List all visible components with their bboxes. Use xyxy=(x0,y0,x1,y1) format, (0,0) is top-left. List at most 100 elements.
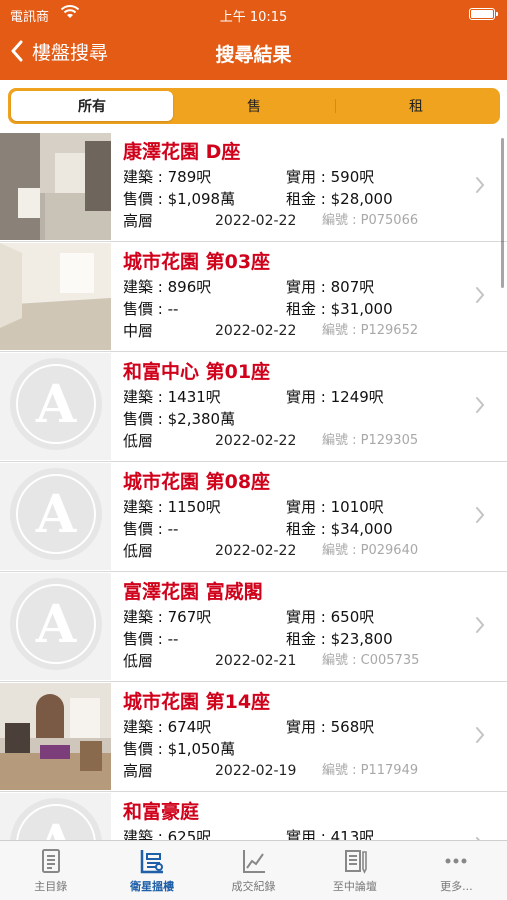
listing-name: 城市花園 第08座 xyxy=(123,471,271,493)
price-label: 售價 : xyxy=(123,630,163,648)
floor-level: 中層 xyxy=(123,322,154,340)
price-label: 售價 : xyxy=(123,410,163,428)
listing-info: 城市花園 第08座 建築 : 1150呎 實用 : 1010呎 售價 : -- 租金 :… xyxy=(123,468,467,562)
sale-price: $1,050萬 xyxy=(167,740,236,758)
chevron-right-icon xyxy=(476,727,485,743)
listing-date: 2022-02-19 xyxy=(215,763,297,779)
build-area: 896呎 xyxy=(167,278,212,296)
floor-level: 低層 xyxy=(123,652,154,670)
logo-letter: A xyxy=(35,593,77,655)
line-chart-icon xyxy=(242,850,265,873)
battery-icon xyxy=(469,8,498,20)
saleable-label: 實用 : xyxy=(286,608,326,626)
tab-main-menu[interactable]: 主目錄 xyxy=(0,841,101,900)
sale-price: -- xyxy=(167,300,179,318)
listing-list[interactable]: 康澤花園 D座 建築 : 789呎 實用 : 590呎 售價 : $1,098萬 租金 … xyxy=(0,132,507,840)
segment-sale[interactable]: 售 xyxy=(173,91,335,121)
code-value: C005735 xyxy=(360,653,420,668)
listing-info: 富澤花園 富威閣 建築 : 767呎 實用 : 650呎 售價 : -- 租金 : $2… xyxy=(123,578,467,672)
listing-thumbnail: A xyxy=(0,573,111,680)
saleable-field: 實用 : 590呎 xyxy=(286,166,374,188)
tab-label: 至中論壇 xyxy=(332,880,377,893)
rent-field: 租金 : $23,800 xyxy=(286,628,393,650)
listing-date: 2022-02-22 xyxy=(215,433,297,449)
listing-name: 康澤花園 D座 xyxy=(123,141,241,163)
listing-date: 2022-02-21 xyxy=(215,653,297,669)
saleable-label: 實用 : xyxy=(286,718,326,736)
price-line: 售價 : $1,050萬 xyxy=(123,738,467,760)
listing-thumbnail: A xyxy=(0,463,111,570)
code-label: 編號 : xyxy=(322,213,357,228)
tab-satellite-search[interactable]: 衛星搵樓 xyxy=(101,841,202,900)
build-label: 建築 : xyxy=(123,718,163,736)
listing-info: 城市花園 第03座 建築 : 896呎 實用 : 807呎 售價 : -- 租金 : $… xyxy=(123,248,467,342)
saleable-area: 568呎 xyxy=(330,718,375,736)
forum-notepad-icon xyxy=(344,850,367,874)
listing-info: 康澤花園 D座 建築 : 789呎 實用 : 590呎 售價 : $1,098萬 租金 … xyxy=(123,138,467,232)
company-logo-icon: A xyxy=(10,468,102,560)
tab-bar: 主目錄 衛星搵樓 成交紀錄 至中論壇 更多... xyxy=(0,840,507,900)
listing-row[interactable]: 城市花園 第14座 建築 : 674呎 實用 : 568呎 售價 : $1,050萬高… xyxy=(0,682,507,792)
price-line: 售價 : $1,098萬 租金 : $28,000 xyxy=(123,188,467,210)
listing-code: 編號 : P129652 xyxy=(322,320,418,342)
listing-thumbnail xyxy=(0,683,111,790)
filter-bar: 所有 售 租 xyxy=(0,80,507,132)
tab-label: 成交紀錄 xyxy=(231,880,276,893)
tab-label: 主目錄 xyxy=(34,880,68,893)
saleable-field: 實用 : 413呎 xyxy=(286,826,374,840)
rent-field: 租金 : $31,000 xyxy=(286,298,393,320)
status-time: 上午 10:15 xyxy=(219,10,288,25)
saleable-field: 實用 : 807呎 xyxy=(286,276,374,298)
build-area: 789呎 xyxy=(167,168,212,186)
listing-row[interactable]: A 城市花園 第08座 建築 : 1150呎 實用 : 1010呎 售價 : -- 租金 … xyxy=(0,462,507,572)
rent-price: $31,000 xyxy=(330,300,393,318)
logo-letter: A xyxy=(35,483,77,545)
floor-level: 低層 xyxy=(123,542,154,560)
segment-all[interactable]: 所有 xyxy=(11,91,173,121)
price-line: 售價 : $2,380萬 xyxy=(123,408,467,430)
area-line: 建築 : 789呎 實用 : 590呎 xyxy=(123,166,467,188)
build-area: 767呎 xyxy=(167,608,212,626)
chevron-right-icon xyxy=(476,397,485,413)
build-label: 建築 : xyxy=(123,608,163,626)
rent-field: 租金 : $28,000 xyxy=(286,188,393,210)
listing-code: 編號 : P117949 xyxy=(322,760,418,782)
saleable-label: 實用 : xyxy=(286,388,326,406)
build-label: 建築 : xyxy=(123,168,163,186)
tab-transactions[interactable]: 成交紀錄 xyxy=(203,841,304,900)
listing-row[interactable]: A 富澤花園 富威閣 建築 : 767呎 實用 : 650呎 售價 : -- 租金 : $… xyxy=(0,572,507,682)
saleable-field: 實用 : 568呎 xyxy=(286,716,374,738)
more-dots-icon xyxy=(445,858,467,864)
satellite-search-icon xyxy=(140,850,164,874)
status-bar: 電訊商 上午 10:15 xyxy=(0,4,507,26)
code-label: 編號 : xyxy=(322,323,357,338)
listing-row[interactable]: A 和富中心 第01座 建築 : 1431呎 實用 : 1249呎 售價 : $2,38… xyxy=(0,352,507,462)
listing-row[interactable]: 康澤花園 D座 建築 : 789呎 實用 : 590呎 售價 : $1,098萬 租金 … xyxy=(0,132,507,242)
price-label: 售價 : xyxy=(123,740,163,758)
tab-forum[interactable]: 至中論壇 xyxy=(304,841,405,900)
tab-more[interactable]: 更多... xyxy=(406,841,507,900)
scrollbar[interactable] xyxy=(501,138,504,288)
price-line: 售價 : -- 租金 : $23,800 xyxy=(123,628,467,650)
segment-rent[interactable]: 租 xyxy=(335,91,497,121)
company-logo-icon: A xyxy=(10,578,102,670)
sale-price: $1,098萬 xyxy=(167,190,236,208)
code-value: P075066 xyxy=(360,213,419,228)
meta-line: 低層 2022-02-21 編號 : C005735 xyxy=(123,650,467,672)
listing-row[interactable]: A 和富豪庭建築 : 625呎 實用 : 413呎 xyxy=(0,792,507,840)
saleable-area: 1010呎 xyxy=(330,498,384,516)
rent-label: 租金 : xyxy=(286,190,326,208)
listing-name: 和富中心 第01座 xyxy=(123,361,271,383)
back-label: 樓盤搜尋 xyxy=(32,41,109,64)
back-button[interactable]: 樓盤搜尋 xyxy=(10,36,108,66)
listing-date: 2022-02-22 xyxy=(215,213,297,229)
meta-line: 高層 2022-02-22 編號 : P075066 xyxy=(123,210,467,232)
listing-row[interactable]: 城市花園 第03座 建築 : 896呎 實用 : 807呎 售價 : -- 租金 : $… xyxy=(0,242,507,352)
build-label: 建築 : xyxy=(123,278,163,296)
listing-thumbnail xyxy=(0,133,111,240)
floor-level: 高層 xyxy=(123,762,154,780)
area-line: 建築 : 767呎 實用 : 650呎 xyxy=(123,606,467,628)
area-line: 建築 : 674呎 實用 : 568呎 xyxy=(123,716,467,738)
build-label: 建築 : xyxy=(123,498,163,516)
code-value: P129305 xyxy=(360,433,419,448)
